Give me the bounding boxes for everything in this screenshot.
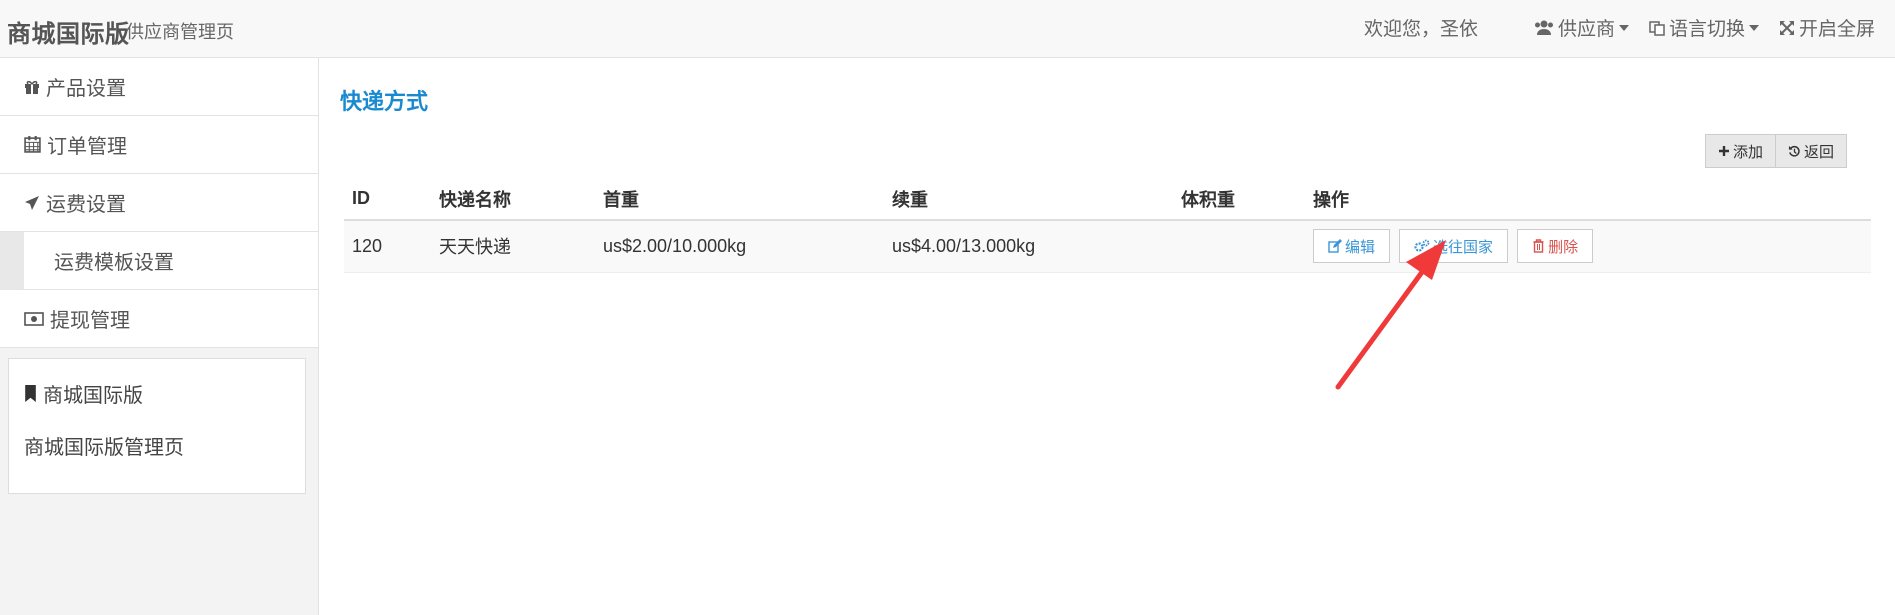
sidebar-subitem-shipping-template[interactable]: 运费模板设置 [0, 232, 318, 290]
main-content: 快递方式 添加 返回 ID 快递名称 首重 续重 体积重 操作 120 天天快递 [320, 58, 1895, 615]
gift-icon [25, 80, 39, 94]
welcome-text: 欢迎您，圣依 [1363, 19, 1478, 40]
sidebar-item-shipping[interactable]: 运费设置 [0, 174, 318, 232]
column-header-volume-weight: 体积重 [1173, 178, 1305, 221]
plus-icon [1718, 146, 1729, 156]
column-header-first-weight: 首重 [595, 178, 884, 221]
cell-actions: 编辑 选往国家 删除 [1305, 220, 1871, 273]
brand-title[interactable]: 商城国际版 [7, 14, 130, 49]
select-country-label: 选往国家 [1433, 238, 1494, 256]
cell-next-weight: us$4.00/13.000kg [884, 220, 1173, 273]
trash-icon [1533, 239, 1544, 253]
column-header-next-weight: 续重 [884, 178, 1173, 221]
supplier-menu-label: 供应商 [1557, 19, 1615, 40]
top-nav: 欢迎您，圣依 供应商 语言切换 开启全屏 [1364, 14, 1875, 41]
cell-id: 120 [344, 220, 431, 273]
fullscreen-label: 开启全屏 [1798, 19, 1875, 40]
sidebar-item-products[interactable]: 产品设置 [0, 58, 318, 116]
toolbar: 添加 返回 [1704, 134, 1847, 168]
calendar-icon [24, 136, 41, 153]
info-panel-text: 商城国际版管理页 [24, 437, 184, 459]
chevron-down-icon [1618, 24, 1629, 31]
sidebar-item-label: 提现管理 [50, 310, 130, 332]
plane-icon [25, 195, 39, 210]
supplier-menu[interactable]: 供应商 [1534, 14, 1629, 41]
add-button-label: 添加 [1732, 143, 1763, 161]
fullscreen-button[interactable]: 开启全屏 [1779, 14, 1875, 41]
language-menu-label: 语言切换 [1668, 19, 1745, 40]
gears-icon [1414, 239, 1430, 252]
brand-subtitle: 供应商管理页 [126, 22, 234, 42]
users-icon [1534, 20, 1553, 35]
page-title: 快递方式 [340, 89, 429, 114]
cell-name: 天天快递 [431, 220, 595, 273]
back-button[interactable]: 返回 [1775, 134, 1847, 168]
column-header-id: ID [344, 178, 431, 221]
bookmark-icon [25, 385, 36, 402]
sidebar-item-label: 运费设置 [46, 194, 126, 216]
cell-volume-weight [1173, 220, 1305, 273]
chevron-down-icon [1748, 24, 1759, 31]
info-panel: 商城国际版 商城国际版管理页 [8, 358, 306, 494]
info-title-text: 商城国际版 [43, 385, 143, 407]
money-icon [24, 311, 44, 326]
delete-button-label: 删除 [1548, 238, 1579, 256]
select-country-button[interactable]: 选往国家 [1399, 229, 1509, 264]
table-row: 120 天天快递 us$2.00/10.000kg us$4.00/13.000… [344, 220, 1871, 273]
info-panel-title: 商城国际版 [24, 379, 143, 408]
edit-icon [1328, 239, 1342, 253]
language-icon [1649, 20, 1665, 36]
table-header-row: ID 快递名称 首重 续重 体积重 操作 [344, 178, 1871, 221]
shipping-table: ID 快递名称 首重 续重 体积重 操作 120 天天快递 us$2.00/10… [344, 178, 1871, 273]
fullscreen-icon [1779, 20, 1794, 35]
language-menu[interactable]: 语言切换 [1649, 14, 1759, 41]
sidebar-item-withdraw[interactable]: 提现管理 [0, 290, 318, 348]
sidebar-item-label: 运费模板设置 [54, 252, 174, 274]
history-icon [1788, 145, 1800, 157]
column-header-name: 快递名称 [431, 178, 595, 221]
edit-button[interactable]: 编辑 [1313, 229, 1391, 264]
column-header-actions: 操作 [1305, 178, 1871, 221]
delete-button[interactable]: 删除 [1517, 229, 1594, 264]
back-button-label: 返回 [1803, 143, 1834, 161]
cell-first-weight: us$2.00/10.000kg [595, 220, 884, 273]
sidebar-item-label: 订单管理 [47, 136, 127, 158]
top-navbar: 商城国际版 供应商管理页 欢迎您，圣依 供应商 语言切换 开启全屏 [0, 0, 1895, 58]
edit-button-label: 编辑 [1345, 238, 1376, 256]
add-button[interactable]: 添加 [1704, 134, 1776, 168]
sidebar-item-label: 产品设置 [46, 78, 126, 100]
sidebar-item-orders[interactable]: 订单管理 [0, 116, 318, 174]
sidebar: 产品设置 订单管理 运费设置 运费模板设置 提现管理 商城国际版 商城国际版管理… [0, 58, 319, 615]
